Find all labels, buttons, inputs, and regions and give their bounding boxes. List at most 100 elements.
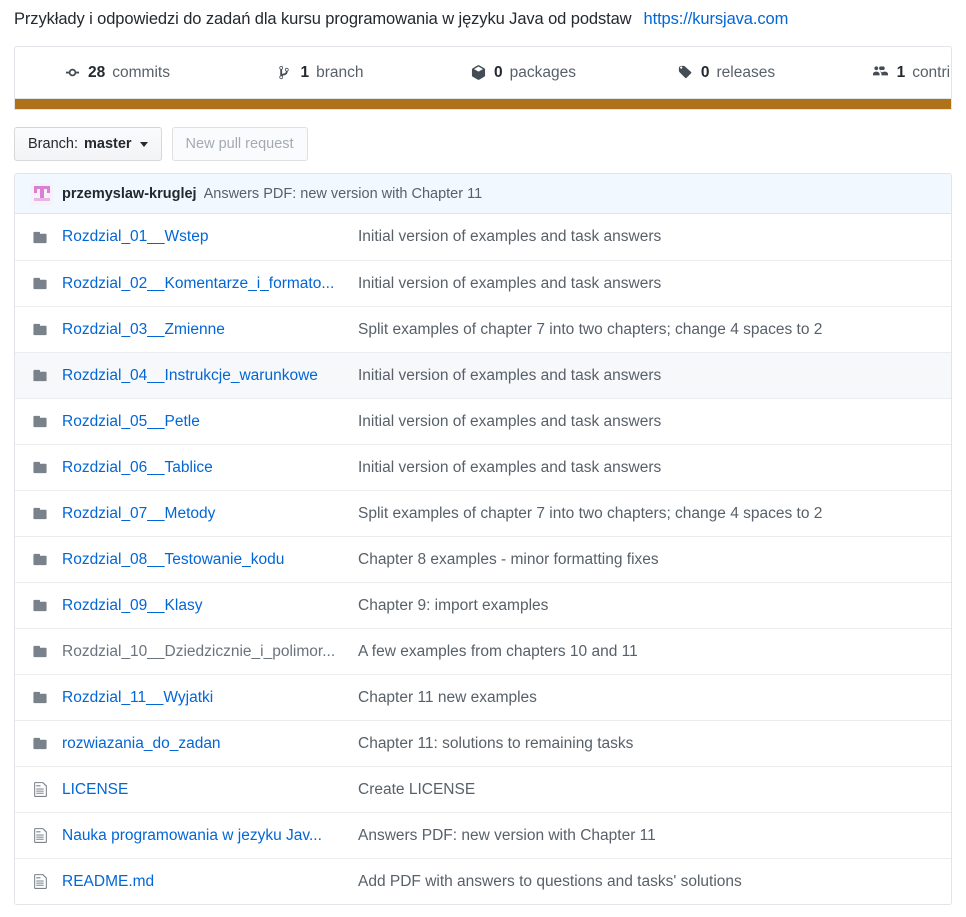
- table-row[interactable]: rozwiazania_do_zadan Chapter 11: solution…: [15, 720, 951, 766]
- numbers-summary-item-contributor: 1 contributor: [827, 47, 951, 98]
- folder-icon: [31, 321, 49, 339]
- file-listing-table: przemyslaw-kruglej Answers PDF: new vers…: [14, 173, 952, 905]
- file-name-link[interactable]: Rozdzial_05__Petle: [62, 412, 358, 432]
- numbers-summary-item-branch: 1 branch: [218, 47, 421, 98]
- file-commit-message[interactable]: Initial version of examples and task ans…: [358, 366, 935, 386]
- repository-page: Przykłady i odpowiedzi do zadań dla kurs…: [0, 0, 966, 917]
- folder-icon: [31, 459, 49, 477]
- commit-icon: [63, 64, 81, 82]
- folder-icon: [31, 275, 49, 293]
- stat-value: 0: [494, 63, 503, 81]
- file-name-link[interactable]: Rozdzial_01__Wstep: [62, 227, 358, 247]
- repository-description: Przykłady i odpowiedzi do zadań dla kurs…: [14, 10, 632, 28]
- table-row[interactable]: Rozdzial_06__Tablice Initial version of e…: [15, 444, 951, 490]
- new-pull-request-button[interactable]: New pull request: [171, 127, 308, 161]
- branch-name-label: master: [83, 136, 132, 152]
- file-commit-message[interactable]: Chapter 8 examples - minor formatting fi…: [358, 550, 935, 570]
- numbers-summary-item-packages: 0 packages: [421, 47, 624, 98]
- table-row[interactable]: Rozdzial_10__Dziedzicznie_i_polimor... A …: [15, 628, 951, 674]
- stat-label: packages: [509, 63, 576, 81]
- folder-icon: [31, 551, 49, 569]
- avatar: [31, 182, 53, 205]
- file-name-link[interactable]: Rozdzial_02__Komentarze_i_formato...: [62, 274, 358, 294]
- latest-commit-row: przemyslaw-kruglej Answers PDF: new vers…: [15, 174, 951, 214]
- branch-icon: [275, 64, 293, 82]
- file-commit-message[interactable]: Initial version of examples and task ans…: [358, 412, 935, 432]
- folder-icon: [31, 413, 49, 431]
- file-name-link[interactable]: README.md: [62, 872, 358, 892]
- file-name-link[interactable]: Rozdzial_07__Metody: [62, 504, 358, 524]
- language-bar: [14, 99, 952, 110]
- file-name-link[interactable]: Nauka programowania w jezyku Jav...: [62, 826, 358, 846]
- folder-icon: [31, 228, 49, 246]
- tag-icon: [676, 64, 694, 82]
- file-commit-message[interactable]: Split examples of chapter 7 into two cha…: [358, 504, 935, 524]
- table-row[interactable]: Rozdzial_03__Zmienne Split examples of ch…: [15, 306, 951, 352]
- file-name-link[interactable]: Rozdzial_08__Testowanie_kodu: [62, 550, 358, 570]
- table-row[interactable]: Rozdzial_05__Petle Initial version of exa…: [15, 398, 951, 444]
- file-commit-message[interactable]: Chapter 11: solutions to remaining tasks: [358, 734, 935, 754]
- new-pull-request-label: New pull request: [185, 136, 294, 152]
- file-commit-message[interactable]: Initial version of examples and task ans…: [358, 458, 935, 478]
- stat-value: 28: [88, 63, 106, 81]
- numbers-summary-item-releases: 0 releases: [624, 47, 827, 98]
- table-row[interactable]: Rozdzial_09__Klasy Chapter 9: import exam…: [15, 582, 951, 628]
- repository-homepage-link[interactable]: https://kursjava.com: [644, 5, 789, 33]
- folder-icon: [31, 367, 49, 385]
- table-row[interactable]: Rozdzial_02__Komentarze_i_formato... Init…: [15, 260, 951, 306]
- file-navigation-toolbar: Branch: master New pull request: [14, 127, 952, 161]
- chevron-down-icon: [139, 141, 148, 147]
- latest-commit-author[interactable]: przemyslaw-kruglej: [62, 186, 197, 202]
- file-name-link[interactable]: Rozdzial_04__Instrukcje_warunkowe: [62, 366, 358, 386]
- file-name-link[interactable]: LICENSE: [62, 780, 358, 800]
- stat-value: 0: [700, 63, 710, 81]
- table-row[interactable]: Rozdzial_08__Testowanie_kodu Chapter 8 ex…: [15, 536, 951, 582]
- repository-stats-bar: 28 commits 1 branch 0 packages 0 releases 1 contr…: [14, 46, 952, 99]
- stat-value: 1: [300, 63, 310, 81]
- file-name-link[interactable]: Rozdzial_03__Zmienne: [62, 320, 358, 340]
- file-commit-message[interactable]: Create LICENSE: [358, 780, 935, 800]
- stat-label: releases: [716, 63, 776, 81]
- file-rows-container: Rozdzial_01__Wstep Initial version of exa…: [15, 214, 951, 904]
- file-icon: [31, 873, 49, 891]
- stat-label: commits: [112, 63, 170, 81]
- file-name-link[interactable]: Rozdzial_09__Klasy: [62, 596, 358, 616]
- stat-link-releases[interactable]: 0 releases: [676, 64, 775, 82]
- numbers-summary-list: 28 commits 1 branch 0 packages 0 releases 1 contr…: [15, 47, 951, 98]
- file-commit-message[interactable]: Initial version of examples and task ans…: [358, 274, 935, 294]
- table-row[interactable]: Rozdzial_07__Metody Split examples of cha…: [15, 490, 951, 536]
- table-row[interactable]: README.md Add PDF with answers to questio…: [15, 858, 951, 904]
- file-icon: [31, 827, 49, 845]
- table-row[interactable]: LICENSE Create LICENSE: [15, 766, 951, 812]
- file-commit-message[interactable]: Initial version of examples and task ans…: [358, 227, 935, 247]
- folder-icon: [31, 689, 49, 707]
- language-segment-java[interactable]: [15, 99, 951, 109]
- file-commit-message[interactable]: Add PDF with answers to questions and ta…: [358, 872, 935, 892]
- file-commit-message[interactable]: Answers PDF: new version with Chapter 11: [358, 826, 935, 846]
- table-row[interactable]: Rozdzial_01__Wstep Initial version of exa…: [15, 214, 951, 260]
- table-row[interactable]: Nauka programowania w jezyku Jav... Answe…: [15, 812, 951, 858]
- stat-link-commits[interactable]: 28 commits: [63, 64, 170, 82]
- file-commit-message[interactable]: Split examples of chapter 7 into two cha…: [358, 320, 935, 340]
- branch-prefix-label: Branch:: [28, 136, 78, 152]
- latest-commit-message[interactable]: Answers PDF: new version with Chapter 11: [204, 186, 483, 202]
- stat-link-branch[interactable]: 1 branch: [275, 63, 364, 82]
- file-name-link[interactable]: Rozdzial_10__Dziedzicznie_i_polimor...: [62, 642, 358, 662]
- branch-select-button[interactable]: Branch: master: [14, 127, 162, 161]
- file-icon: [31, 781, 49, 799]
- file-commit-message[interactable]: Chapter 9: import examples: [358, 596, 935, 616]
- table-row[interactable]: Rozdzial_04__Instrukcje_warunkowe Initial…: [15, 352, 951, 398]
- stat-link-contributor[interactable]: 1 contributor: [872, 63, 951, 82]
- stat-label: contributor: [912, 63, 951, 81]
- file-name-link[interactable]: Rozdzial_11__Wyjatki: [62, 688, 358, 708]
- stat-link-packages[interactable]: 0 packages: [469, 64, 576, 82]
- stat-value: 1: [896, 63, 906, 81]
- file-name-link[interactable]: rozwiazania_do_zadan: [62, 734, 358, 754]
- file-name-link[interactable]: Rozdzial_06__Tablice: [62, 458, 358, 478]
- table-row[interactable]: Rozdzial_11__Wyjatki Chapter 11 new examp…: [15, 674, 951, 720]
- package-icon: [469, 64, 487, 82]
- file-commit-message[interactable]: A few examples from chapters 10 and 11: [358, 642, 935, 662]
- folder-icon: [31, 505, 49, 523]
- repository-header: Przykłady i odpowiedzi do zadań dla kurs…: [0, 0, 966, 36]
- file-commit-message[interactable]: Chapter 11 new examples: [358, 688, 935, 708]
